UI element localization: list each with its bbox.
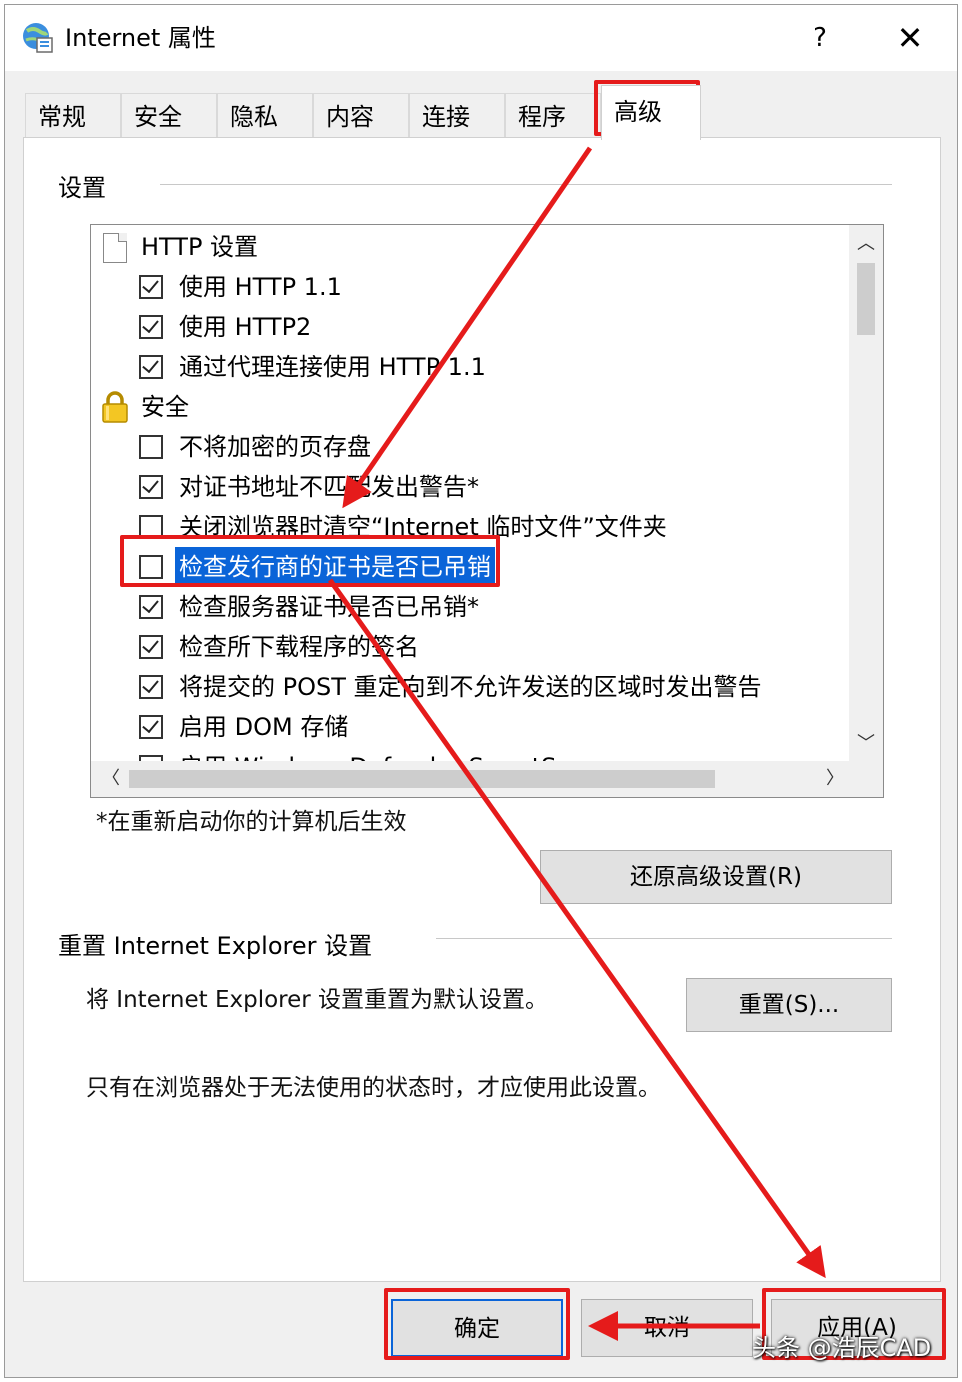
tab-programs[interactable]: 程序 xyxy=(505,93,601,139)
checkbox[interactable] xyxy=(139,675,163,699)
title-bar: Internet 属性 ? ✕ xyxy=(5,5,957,71)
restore-advanced-settings-button[interactable]: 还原高级设置(R) xyxy=(540,850,892,904)
internet-properties-dialog: Internet 属性 ? ✕ 常规 安全 隐私 内容 连接 程序 高级 设置 … xyxy=(4,4,958,1378)
checkmark-icon xyxy=(142,275,159,294)
advanced-tab-panel: 设置 HTTP 设置 使用 HTTP 1.1 使用 HTTP2 通过代理连接使用… xyxy=(23,137,941,1282)
horizontal-scroll-thumb[interactable] xyxy=(129,770,715,788)
checkmark-icon xyxy=(142,715,159,734)
reset-group-label: 重置 Internet Explorer 设置 xyxy=(58,932,373,960)
checkbox[interactable] xyxy=(139,275,163,299)
reset-description: 将 Internet Explorer 设置重置为默认设置。 xyxy=(86,987,549,1013)
checkbox[interactable] xyxy=(139,315,163,339)
scroll-down-icon[interactable]: ﹀ xyxy=(849,727,883,761)
scrollbar-corner xyxy=(849,761,883,797)
scroll-right-icon[interactable]: 〉 xyxy=(817,761,853,797)
vertical-scrollbar[interactable]: ︿ ﹀ xyxy=(849,225,883,761)
document-icon xyxy=(103,233,127,263)
checkbox[interactable] xyxy=(139,515,163,539)
close-button[interactable]: ✕ xyxy=(885,15,935,61)
tab-content[interactable]: 内容 xyxy=(313,93,409,139)
checkmark-icon xyxy=(142,315,159,334)
tab-advanced[interactable]: 高级 xyxy=(601,85,701,140)
restart-note: *在重新启动你的计算机后生效 xyxy=(96,809,407,835)
help-button[interactable]: ? xyxy=(795,15,845,61)
checkmark-icon xyxy=(142,475,159,494)
checkmark-icon xyxy=(142,675,159,694)
checkmark-icon xyxy=(142,355,159,374)
reset-button[interactable]: 重置(S)... xyxy=(686,978,892,1032)
cancel-button[interactable]: 取消 xyxy=(581,1299,753,1357)
checkbox[interactable] xyxy=(139,355,163,379)
ok-button[interactable]: 确定 xyxy=(391,1299,563,1357)
internet-options-icon xyxy=(23,23,53,53)
checkbox[interactable] xyxy=(139,595,163,619)
reset-group-divider xyxy=(436,938,892,939)
window-title: Internet 属性 xyxy=(65,24,216,52)
scroll-left-icon[interactable]: 〈 xyxy=(93,761,129,797)
vertical-scroll-thumb[interactable] xyxy=(857,263,875,335)
checkmark-icon xyxy=(142,595,159,614)
checkbox[interactable] xyxy=(139,715,163,739)
checkbox[interactable] xyxy=(139,475,163,499)
checkbox[interactable] xyxy=(139,435,163,459)
horizontal-scrollbar[interactable]: 〈 〉 xyxy=(91,761,883,797)
settings-list[interactable]: HTTP 设置 使用 HTTP 1.1 使用 HTTP2 通过代理连接使用 HT… xyxy=(90,224,884,798)
watermark: 头条 @浩辰CAD xyxy=(752,1334,932,1362)
lock-icon xyxy=(102,391,128,423)
checkbox[interactable] xyxy=(139,635,163,659)
tab-security[interactable]: 安全 xyxy=(121,93,217,139)
checkmark-icon xyxy=(142,635,159,654)
tab-privacy[interactable]: 隐私 xyxy=(217,93,313,139)
checkbox[interactable] xyxy=(139,555,163,579)
scroll-up-icon[interactable]: ︿ xyxy=(849,227,883,261)
tab-connections[interactable]: 连接 xyxy=(409,93,505,139)
tab-general[interactable]: 常规 xyxy=(25,93,121,139)
reset-warning: 只有在浏览器处于无法使用的状态时，才应使用此设置。 xyxy=(86,1075,661,1101)
settings-group-label: 设置 xyxy=(58,174,106,202)
settings-group-divider xyxy=(160,184,892,185)
